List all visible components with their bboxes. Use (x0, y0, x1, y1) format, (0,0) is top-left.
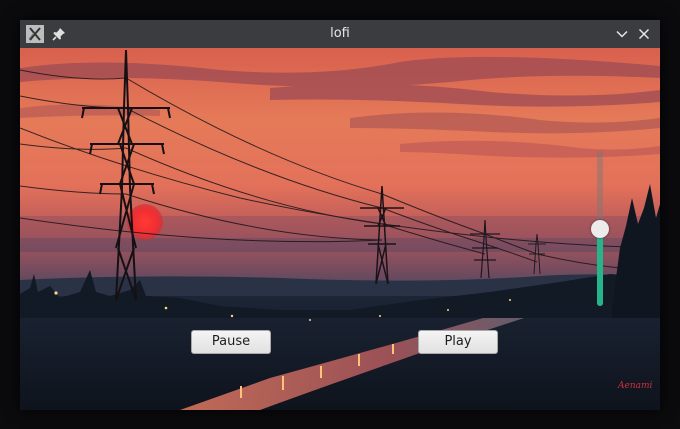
volume-slider[interactable] (591, 151, 609, 306)
app-window: lofi Aenami Pause Play (20, 20, 660, 410)
close-icon[interactable] (636, 26, 652, 42)
volume-handle[interactable] (591, 219, 609, 238)
volume-fill (597, 228, 603, 306)
background-artwork: Aenami Pause Play (20, 48, 660, 410)
window-title: lofi (330, 26, 350, 41)
artist-signature: Aenami (617, 381, 653, 391)
title-bar[interactable]: lofi (20, 20, 660, 48)
chevron-down-icon[interactable] (614, 26, 630, 42)
sunset-power-lines-image: Aenami (20, 48, 660, 410)
play-button[interactable]: Play (418, 330, 498, 354)
pause-button[interactable]: Pause (191, 330, 271, 354)
